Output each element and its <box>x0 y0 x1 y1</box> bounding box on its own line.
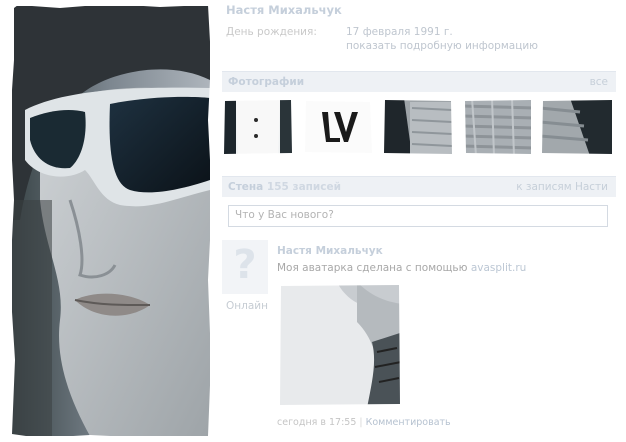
photos-strip <box>222 98 616 158</box>
photos-title[interactable]: Фотографии <box>228 76 304 88</box>
question-mark-icon: ? <box>233 242 257 288</box>
profile-content: Настя Михальчук День рождения: 17 феврал… <box>222 0 616 442</box>
photo-thumb[interactable] <box>222 98 294 156</box>
to-wall-link[interactable]: к записям Насти <box>516 181 608 193</box>
profile-avatar[interactable] <box>0 0 216 442</box>
photo-thumb[interactable] <box>302 98 374 156</box>
wall-section-header: Стена 155 записей к записям Насти <box>222 176 616 197</box>
wall-count: 155 записей <box>266 181 341 193</box>
wall-title-label: Стена <box>228 181 264 193</box>
wall-post-input[interactable]: Что у Вас нового? <box>228 205 608 227</box>
meta-separator: | <box>359 417 363 428</box>
photo-thumb[interactable] <box>462 98 534 156</box>
online-status: Онлайн <box>226 300 268 312</box>
post-author-avatar[interactable]: ? <box>222 240 268 294</box>
birthday-label: День рождения: <box>226 26 317 38</box>
post-meta: сегодня в 17:55 | Комментировать <box>277 417 451 428</box>
post-text-body: Моя аватарка сделана с помощью <box>277 262 468 274</box>
birthday-value[interactable]: 17 февраля 1991 г. <box>346 26 453 38</box>
comment-link[interactable]: Комментировать <box>366 417 451 428</box>
post-text: Моя аватарка сделана с помощью avasplit.… <box>277 262 526 274</box>
photo-thumb[interactable] <box>540 98 612 156</box>
photo-thumb[interactable] <box>382 98 454 156</box>
post-link[interactable]: avasplit.ru <box>471 262 526 274</box>
avatar-image <box>0 0 216 442</box>
photos-all-link[interactable]: все <box>590 76 608 88</box>
photos-section-header: Фотографии все <box>222 71 616 92</box>
post-author-name[interactable]: Настя Михальчук <box>277 245 383 257</box>
post-attached-image[interactable] <box>277 282 403 408</box>
profile-name: Настя Михальчук <box>226 3 342 17</box>
post-time[interactable]: сегодня в 17:55 <box>277 417 356 428</box>
more-info-link[interactable]: показать подробную информацию <box>346 40 538 52</box>
wall-title[interactable]: Стена 155 записей <box>228 181 341 193</box>
